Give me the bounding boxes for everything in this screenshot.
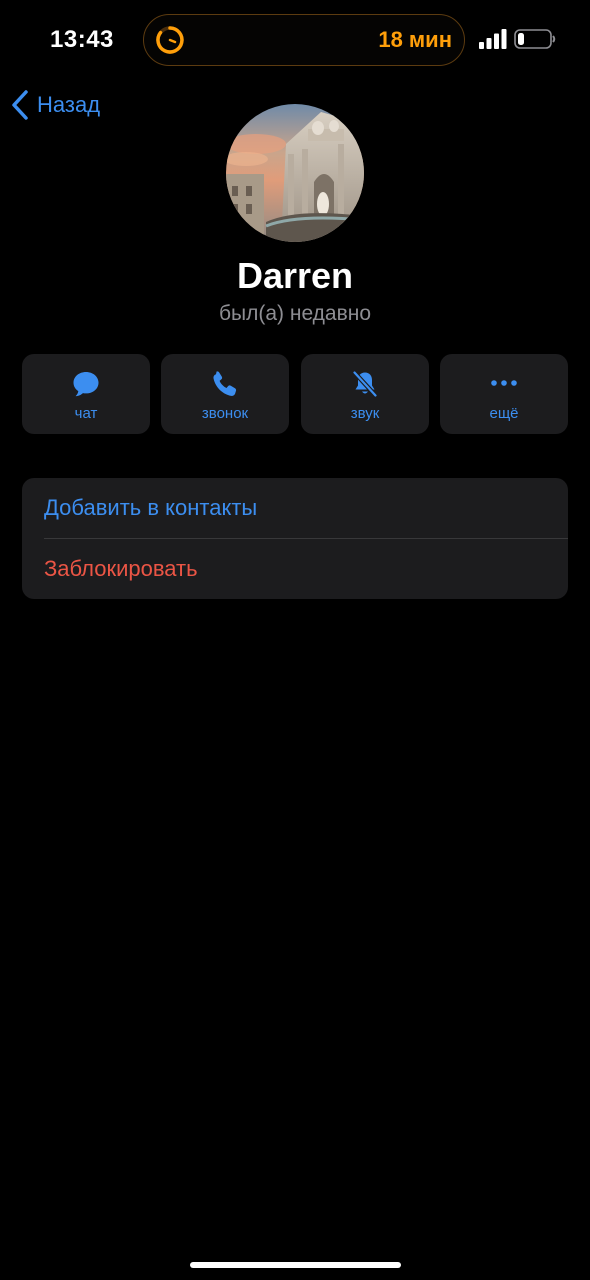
chat-bubble-icon [73, 372, 99, 397]
back-button[interactable]: Назад [10, 88, 100, 122]
add-to-contacts-button[interactable]: Добавить в контакты [44, 478, 568, 538]
sound-label: звук [350, 405, 380, 422]
action-buttons: чат звонок звук ещё [22, 354, 568, 434]
more-button[interactable]: ещё [440, 354, 568, 434]
chat-label: чат [74, 405, 98, 422]
chevron-left-icon [12, 90, 28, 120]
more-dots-icon [491, 380, 517, 386]
bell-muted-icon [352, 370, 378, 398]
chat-button[interactable]: чат [22, 354, 150, 434]
call-label: звонок [201, 405, 249, 422]
status-bar: 13:43 18 мин [0, 0, 590, 80]
timer-icon [156, 26, 184, 54]
contact-actions-list: Добавить в контакты Заблокировать [22, 478, 568, 599]
back-label: Назад [37, 92, 101, 117]
home-indicator[interactable] [190, 1262, 401, 1268]
battery-low-icon [514, 29, 556, 49]
more-label: ещё [489, 405, 519, 422]
dynamic-island-timer[interactable]: 18 мин [143, 14, 465, 66]
avatar-photo [226, 104, 364, 242]
last-seen-status: был(а) недавно [218, 302, 372, 325]
clock-time: 13:43 [50, 26, 114, 53]
timer-remaining: 18 мин [378, 27, 452, 52]
avatar[interactable] [226, 104, 364, 242]
mute-button[interactable]: звук [301, 354, 429, 434]
cellular-signal-icon [479, 29, 507, 49]
phone-icon [213, 371, 237, 396]
contact-name: Darren [236, 255, 354, 296]
block-button[interactable]: Заблокировать [44, 539, 568, 599]
call-button[interactable]: звонок [161, 354, 289, 434]
